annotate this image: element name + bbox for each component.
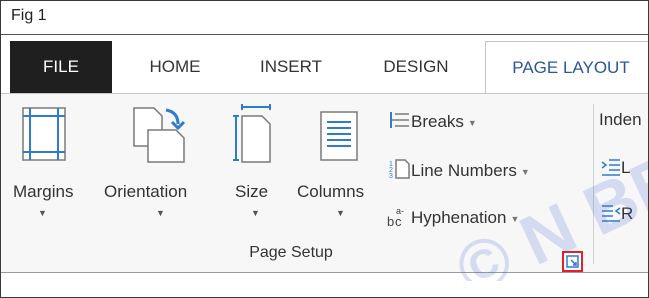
indent-left-label: L [621, 158, 631, 177]
size-label: Size [235, 182, 269, 201]
columns-dropdown-icon: ▼ [336, 208, 345, 218]
breaks-dropdown-icon: ▼ [467, 117, 477, 128]
indent-heading: Inden [599, 110, 642, 129]
indent-left-icon [601, 159, 620, 176]
margins-label: Margins [13, 182, 74, 201]
indent-right-icon [602, 205, 621, 222]
line-numbers-label: Line Numbers [411, 161, 517, 180]
line-numbers-button[interactable]: 1 2 3 Line Numbers ▼ [389, 158, 530, 181]
ribbon-tab-bar: FILE HOME INSERT DESIGN PAGE LAYOUT [1, 41, 648, 94]
indent-left-control[interactable]: L [601, 158, 630, 178]
orientation-dropdown-icon: ▼ [156, 208, 165, 218]
tab-home[interactable]: HOME [125, 41, 225, 93]
page-setup-dialog-launcher[interactable] [562, 251, 583, 272]
breaks-icon [390, 112, 409, 128]
svg-text:a-: a- [396, 206, 404, 216]
figure-label: Fig 1 [11, 7, 47, 24]
figure-frame: Fig 1 FILE HOME INSERT DESIGN PAGE LAYOU… [0, 0, 649, 298]
tab-design[interactable]: DESIGN [361, 41, 471, 93]
tab-file[interactable]: FILE [10, 41, 112, 93]
svg-text:3: 3 [389, 173, 393, 180]
line-numbers-icon: 1 2 3 [389, 159, 410, 180]
line-numbers-dropdown-icon: ▼ [520, 166, 530, 177]
size-dropdown-icon: ▼ [251, 208, 260, 218]
size-icon [233, 104, 271, 163]
breaks-label: Breaks [411, 112, 464, 131]
hyphenation-label: Hyphenation [411, 208, 507, 227]
margins-dropdown-icon: ▼ [38, 208, 47, 218]
margins-icon [22, 107, 66, 161]
columns-icon [320, 111, 358, 161]
orientation-label: Orientation [104, 182, 188, 201]
svg-text:b: b [387, 214, 394, 228]
orientation-icon [133, 107, 186, 163]
breaks-button[interactable]: Breaks ▼ [389, 110, 477, 132]
hyphenation-icon: b c a- [387, 206, 404, 229]
tab-insert[interactable]: INSERT [241, 41, 341, 93]
dialog-launcher-icon [566, 255, 579, 268]
svg-text:c: c [395, 214, 402, 228]
hyphenation-dropdown-icon: ▼ [510, 213, 520, 224]
columns-label: Columns [297, 182, 365, 201]
tab-page-layout[interactable]: PAGE LAYOUT [485, 41, 648, 94]
page-setup-group-label: Page Setup [249, 244, 333, 261]
indent-right-control[interactable]: R [601, 204, 633, 224]
hyphenation-button[interactable]: b c a- Hyphenation ▼ [387, 204, 520, 229]
indent-right-label: R [621, 204, 634, 223]
figure-divider [1, 34, 648, 35]
group-separator [593, 104, 594, 264]
ribbon-panel: Margins ▼ Orientation ▼ Size ▼ Columns ▼… [1, 93, 648, 273]
